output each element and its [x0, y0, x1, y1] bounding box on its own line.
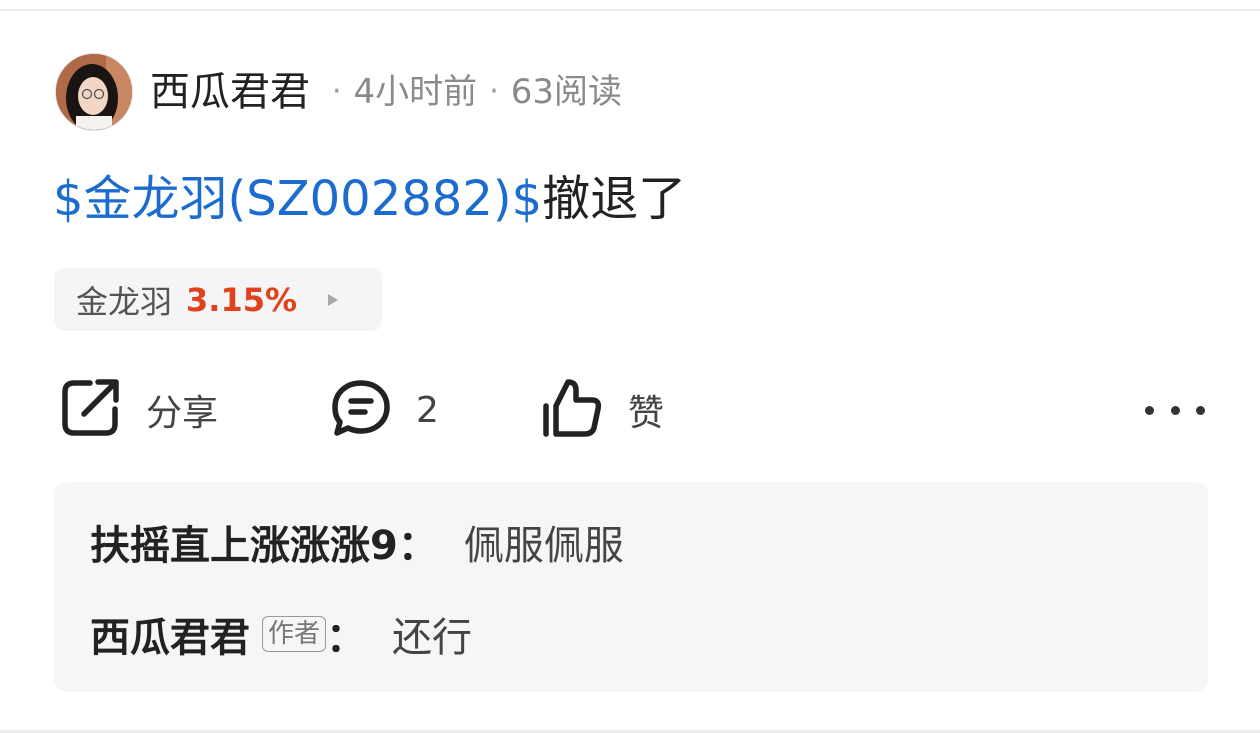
- author-badge: 作者: [262, 616, 327, 652]
- more-dot-icon: [1170, 405, 1180, 415]
- meta-separator: ·: [332, 74, 342, 109]
- stock-mention-link[interactable]: $金龙羽(SZ002882)$: [53, 171, 542, 227]
- top-divider: [0, 9, 1260, 11]
- comment-item[interactable]: 扶摇直上涨涨涨9 ： 佩服佩服: [90, 512, 1208, 572]
- comment-text: 佩服佩服: [463, 523, 624, 569]
- meta-separator: ·: [489, 74, 499, 109]
- stock-quote-chip[interactable]: 金龙羽 3.15%: [54, 268, 382, 331]
- comment-icon: [330, 377, 392, 443]
- post-meta: · 4小时前 · 63阅读: [320, 75, 622, 109]
- post-header: 西瓜君君 · 4小时前 · 63阅读: [55, 52, 622, 132]
- comment-colon: ：: [326, 615, 367, 661]
- like-label: 赞: [628, 393, 665, 434]
- author-name[interactable]: 西瓜君君: [150, 72, 310, 112]
- more-options-button[interactable]: [1145, 392, 1205, 428]
- comment-colon: ：: [397, 523, 438, 569]
- post-body-text: 撤退了: [542, 171, 687, 227]
- comment-item[interactable]: 西瓜君君 作者 ： 还行: [90, 604, 1208, 664]
- comment-count: 2: [416, 389, 439, 431]
- commenter-name[interactable]: 扶摇直上涨涨涨9: [90, 513, 398, 571]
- share-button[interactable]: 分享: [60, 370, 218, 450]
- share-label: 分享: [146, 393, 219, 434]
- comment-text: 还行: [392, 615, 473, 661]
- commenter-name[interactable]: 西瓜君君: [90, 605, 250, 663]
- post-time: 4小时前: [353, 72, 478, 112]
- avatar-image: [56, 54, 132, 130]
- post-content: $金龙羽(SZ002882)$撤退了: [53, 167, 686, 231]
- stock-change: 3.15%: [186, 280, 298, 319]
- like-button[interactable]: 赞: [540, 370, 664, 450]
- thumbs-up-icon: [540, 376, 604, 444]
- comment-button[interactable]: 2: [330, 370, 439, 450]
- action-bar: 分享 2 赞: [0, 370, 1260, 450]
- read-count: 63阅读: [510, 72, 622, 112]
- stock-name: 金龙羽: [76, 282, 173, 321]
- more-dot-icon: [1196, 405, 1205, 415]
- play-arrow-icon: [327, 293, 339, 307]
- avatar[interactable]: [55, 53, 133, 131]
- comment-preview-box[interactable]: 扶摇直上涨涨涨9 ： 佩服佩服 西瓜君君 作者 ： 还行: [54, 482, 1208, 692]
- share-icon: [60, 377, 122, 443]
- more-dot-icon: [1145, 405, 1154, 415]
